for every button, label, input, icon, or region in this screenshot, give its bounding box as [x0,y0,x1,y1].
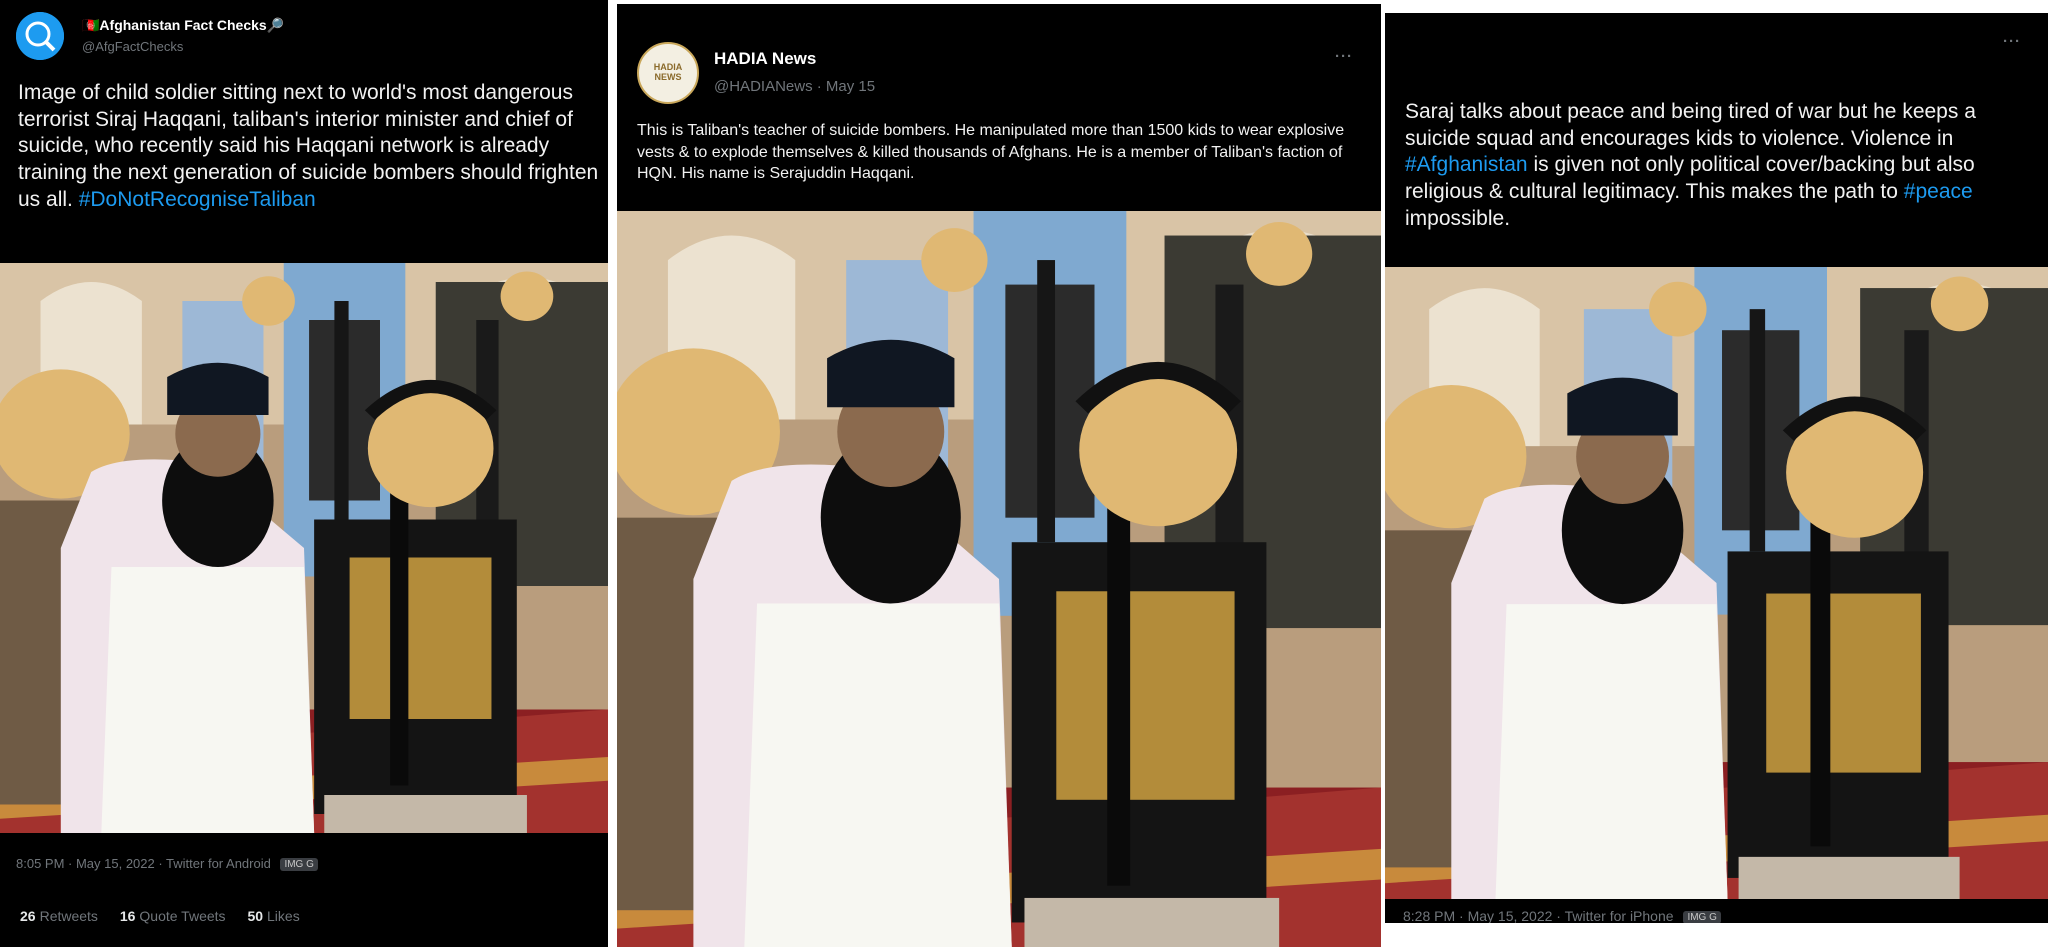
tweet-card-saraj: ··· Saraj talks about peace and being ti… [1385,13,2048,923]
timestamp-text: 8:28 PM · May 15, 2022 · Twitter for iPh… [1403,908,1674,923]
hashtag-donotrecognisetaliban[interactable]: #DoNotRecogniseTaliban [79,188,316,211]
hashtag-peace[interactable]: #peace [1904,180,1973,203]
likes-label: Likes [267,908,300,924]
tweet-photo-image [0,263,608,833]
tweet-timestamp[interactable]: 8:05 PM · May 15, 2022 · Twitter for And… [16,856,318,872]
tweet-photo[interactable] [1385,267,2048,899]
tweet-photo-image [617,211,1381,947]
magnifier-icon [16,12,64,60]
quotes-label: Quote Tweets [139,908,226,924]
tweet-photo-image [1385,267,2048,899]
img-badge: IMG G [280,858,318,872]
retweets-count: 26 [20,908,36,924]
likes-count: 50 [247,908,264,924]
author-handle[interactable]: @HADIANews · May 15 [714,78,875,95]
tweet-photo[interactable] [0,263,608,833]
author-avatar[interactable]: HADIA NEWS [637,42,699,104]
avatar-logo-text: HADIA NEWS [653,62,683,82]
author-handle[interactable]: @AfgFactChecks [82,39,183,54]
retweets-label: Retweets [39,908,98,924]
hashtag-afghanistan[interactable]: #Afghanistan [1405,153,1528,176]
tweet-body-start: Saraj talks about peace and being tired … [1405,100,1976,150]
more-options-icon[interactable]: ··· [1335,48,1353,65]
quotes-stat[interactable]: 16 Quote Tweets [120,908,226,924]
retweets-stat[interactable]: 26 Retweets [20,908,98,924]
more-options-icon[interactable]: ··· [2003,33,2021,50]
timestamp-text: 8:05 PM · May 15, 2022 · Twitter for And… [16,856,271,871]
tweet-photo[interactable] [617,211,1381,947]
tweet-body-end: impossible. [1405,206,1511,230]
author-name[interactable]: HADIA News [714,49,816,69]
tweet-text: This is Taliban's teacher of suicide bom… [637,122,1345,183]
tweet-card-hadianews: HADIA NEWS HADIA News @HADIANews · May 1… [617,4,1381,947]
author-avatar[interactable] [16,12,64,60]
tweet-stats: 26 Retweets 16 Quote Tweets 50 Likes [20,908,318,924]
tweet-text: Image of child soldier sitting next to w… [18,80,603,213]
likes-stat[interactable]: 50 Likes [247,908,299,924]
quotes-count: 16 [119,908,136,924]
tweet-text: Saraj talks about peace and being tired … [1405,99,2040,232]
author-name[interactable]: 🇦🇫Afghanistan Fact Checks🔎 [82,17,284,34]
tweet-timestamp[interactable]: 8:28 PM · May 15, 2022 · Twitter for iPh… [1403,908,1721,923]
img-badge: IMG G [1683,910,1721,923]
tweet-card-afgfactchecks: 🇦🇫Afghanistan Fact Checks🔎 @AfgFactCheck… [0,0,608,947]
